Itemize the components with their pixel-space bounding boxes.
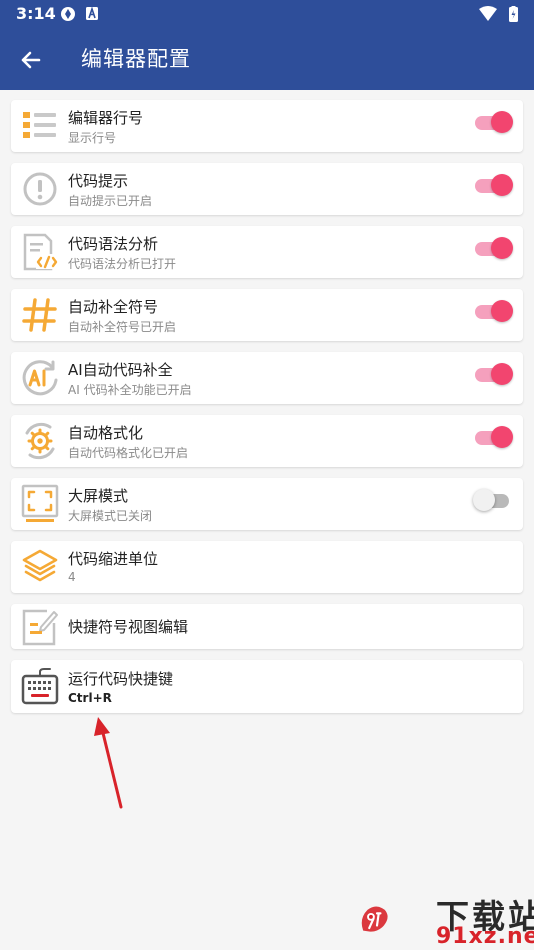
line-numbers-toggle[interactable] bbox=[473, 110, 513, 134]
setting-auto-format[interactable]: 自动格式化 自动代码格式化已开启 bbox=[11, 415, 523, 467]
setting-subtitle: 代码语法分析已打开 bbox=[68, 257, 177, 271]
setting-syntax-analysis[interactable]: 代码语法分析 代码语法分析已打开 bbox=[11, 226, 523, 278]
code-hint-toggle[interactable] bbox=[473, 173, 513, 197]
auto-complete-symbols-toggle[interactable] bbox=[473, 299, 513, 323]
arrow-left-icon[interactable] bbox=[16, 45, 46, 75]
setting-auto-complete-symbols[interactable]: 自动补全符号 自动补全符号已开启 bbox=[11, 289, 523, 341]
setting-title: AI自动代码补全 bbox=[68, 361, 173, 379]
setting-large-screen[interactable]: 大屏模式 大屏模式已关闭 bbox=[11, 478, 523, 530]
fullscreen-icon bbox=[21, 484, 59, 522]
status-right-icons bbox=[479, 6, 518, 22]
code-file-icon bbox=[23, 233, 58, 271]
status-bar: 3:14 bbox=[0, 0, 534, 28]
setting-title: 代码提示 bbox=[68, 172, 129, 190]
setting-shortcut-symbols-edit[interactable]: 快捷符号视图编辑 bbox=[11, 604, 523, 649]
ai-completion-toggle[interactable] bbox=[473, 362, 513, 386]
status-time: 3:14 bbox=[16, 4, 56, 23]
watermark-logo bbox=[361, 906, 388, 932]
large-screen-toggle[interactable] bbox=[473, 488, 513, 512]
setting-title: 代码语法分析 bbox=[68, 235, 159, 253]
setting-title: 自动补全符号 bbox=[68, 298, 159, 316]
setting-ai-completion[interactable]: AI自动代码补全 AI 代码补全功能已开启 bbox=[11, 352, 523, 404]
edit-note-icon bbox=[22, 609, 58, 646]
line-numbers-icon bbox=[23, 112, 56, 138]
setting-code-hint[interactable]: 代码提示 自动提示已开启 bbox=[11, 163, 523, 215]
keyboard-icon bbox=[21, 668, 59, 705]
setting-title: 代码缩进单位 bbox=[68, 550, 159, 568]
setting-subtitle: 显示行号 bbox=[68, 131, 117, 145]
exclamation-circle-icon bbox=[23, 172, 57, 206]
setting-title: 编辑器行号 bbox=[68, 109, 144, 127]
app-bar: 编辑器配置 bbox=[0, 28, 534, 90]
setting-subtitle: 自动提示已开启 bbox=[68, 194, 153, 208]
setting-subtitle: 自动代码格式化已开启 bbox=[68, 446, 189, 460]
setting-subtitle: 自动补全符号已开启 bbox=[68, 320, 177, 334]
syntax-analysis-toggle[interactable] bbox=[473, 236, 513, 260]
setting-title: 快捷符号视图编辑 bbox=[68, 618, 189, 636]
setting-title: 自动格式化 bbox=[68, 424, 144, 442]
sync-icon bbox=[61, 7, 75, 21]
page-title: 编辑器配置 bbox=[81, 47, 191, 71]
layers-icon bbox=[22, 549, 58, 582]
a-badge-icon bbox=[86, 7, 98, 20]
ai-badge-icon bbox=[22, 360, 58, 396]
setting-shortcut-value: Ctrl+R bbox=[68, 691, 112, 705]
setting-title: 大屏模式 bbox=[68, 487, 129, 505]
setting-line-numbers[interactable]: 编辑器行号 显示行号 bbox=[11, 100, 523, 152]
setting-run-shortcut[interactable]: 运行代码快捷键 Ctrl+R bbox=[11, 660, 523, 713]
watermark-url: 91xz.net bbox=[436, 924, 534, 949]
wifi-icon bbox=[479, 6, 497, 21]
auto-format-toggle[interactable] bbox=[473, 425, 513, 449]
setting-value: 4 bbox=[68, 570, 76, 584]
hash-icon bbox=[22, 298, 57, 332]
annotation-arrow bbox=[94, 717, 123, 809]
setting-title: 运行代码快捷键 bbox=[68, 670, 174, 688]
setting-subtitle: AI 代码补全功能已开启 bbox=[68, 383, 192, 397]
gear-format-icon bbox=[25, 422, 55, 460]
setting-subtitle: 大屏模式已关闭 bbox=[68, 509, 153, 523]
setting-indent-unit[interactable]: 代码缩进单位 4 bbox=[11, 541, 523, 593]
